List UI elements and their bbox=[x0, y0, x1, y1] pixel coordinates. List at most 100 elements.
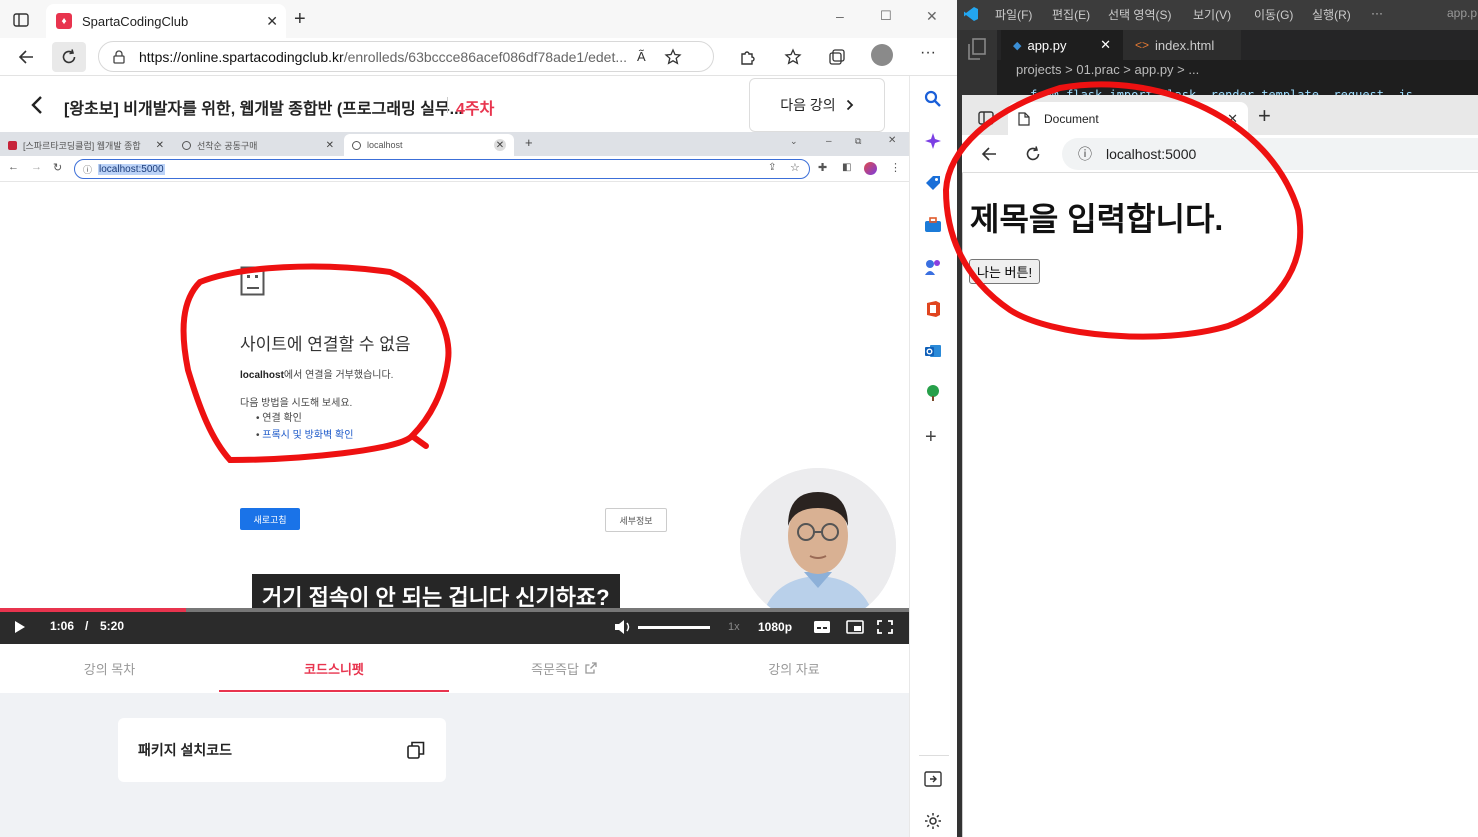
time-separator: / bbox=[85, 619, 89, 633]
close-editor-tab-icon[interactable]: ✕ bbox=[1100, 37, 1111, 53]
inner-tab-localhost: localhost ✕ bbox=[344, 134, 514, 156]
inner-tab-group-buy: 선착순 공동구매 ✕ bbox=[174, 134, 342, 156]
tab-actions-icon[interactable] bbox=[10, 10, 32, 30]
inner-restore-icon: ⧉ bbox=[855, 136, 862, 146]
inner-close-icon: ✕ bbox=[888, 135, 897, 146]
extensions-icon[interactable] bbox=[736, 46, 758, 68]
more-menu-icon[interactable]: ··· bbox=[920, 44, 936, 62]
tab-actions-icon[interactable] bbox=[978, 111, 994, 125]
profile-avatar-icon[interactable] bbox=[871, 44, 893, 66]
games-icon[interactable] bbox=[924, 258, 942, 276]
menu-edit[interactable]: 편집(E) bbox=[1052, 6, 1090, 23]
tab-lesson-materials[interactable]: 강의 자료 bbox=[679, 644, 909, 692]
nested-close-tab-icon[interactable]: ✕ bbox=[1227, 111, 1238, 127]
pip-icon[interactable] bbox=[846, 620, 864, 634]
tab-instant-qa[interactable]: 즉문즉답 bbox=[449, 644, 679, 692]
menu-file[interactable]: 파일(F) bbox=[995, 6, 1032, 23]
tab-code-snippets[interactable]: 코드스니펫 bbox=[219, 644, 449, 692]
error-title: 사이트에 연결할 수 없음 bbox=[240, 335, 411, 354]
minimize-button[interactable]: – bbox=[836, 8, 844, 24]
nested-url-text: localhost:5000 bbox=[1106, 146, 1197, 162]
course-back-icon[interactable] bbox=[26, 94, 48, 116]
edge-sidebar: + bbox=[909, 76, 957, 837]
favorites-icon[interactable] bbox=[782, 46, 804, 68]
details-button: 세부정보 bbox=[605, 508, 667, 532]
edge-tab-bar: ♦ SpartaCodingClub ✕ + – ☐ ✕ bbox=[0, 0, 957, 38]
volume-icon[interactable] bbox=[614, 619, 632, 635]
snippet-card[interactable]: 패키지 설치코드 bbox=[118, 718, 446, 782]
suggestion-item: • 프록시 및 방화벽 확인 bbox=[256, 430, 354, 441]
nested-tab-title: Document bbox=[1044, 111, 1099, 126]
back-icon[interactable] bbox=[14, 46, 38, 68]
video-quality[interactable]: 1080p bbox=[758, 620, 792, 634]
volume-slider[interactable] bbox=[638, 626, 710, 629]
course-title: [왕초보] 비개발자를 위한, 웹개발 종합반 (프로그래밍 실무... bbox=[64, 101, 463, 118]
maximize-button[interactable]: ☐ bbox=[880, 8, 892, 24]
menu-more[interactable]: ··· bbox=[1371, 6, 1383, 20]
tree-icon[interactable] bbox=[924, 384, 942, 402]
inner-profile-icon bbox=[864, 162, 877, 175]
menu-run[interactable]: 실행(R) bbox=[1312, 6, 1351, 23]
suggestion-item: • 연결 확인 bbox=[256, 413, 302, 424]
course-week: 4주차 bbox=[456, 101, 495, 118]
vscode-breadcrumb[interactable]: projects > 01.prac > app.py > ... bbox=[1016, 62, 1199, 77]
info-icon: ⓘ bbox=[83, 164, 93, 175]
new-tab-button[interactable]: + bbox=[294, 8, 306, 31]
copy-icon[interactable] bbox=[406, 740, 426, 760]
nested-tab-document[interactable]: Document ✕ bbox=[1008, 102, 1248, 135]
hide-sidebar-icon[interactable] bbox=[924, 771, 942, 787]
fullscreen-icon[interactable] bbox=[877, 620, 893, 634]
read-aloud-icon[interactable]: A᷉ bbox=[637, 49, 646, 64]
nested-refresh-icon[interactable] bbox=[1024, 145, 1042, 163]
copilot-sparkle-icon[interactable] bbox=[924, 132, 942, 150]
next-lesson-button[interactable]: 다음 강의 bbox=[749, 78, 885, 132]
menu-go[interactable]: 이동(G) bbox=[1254, 6, 1293, 23]
play-icon[interactable] bbox=[14, 620, 26, 634]
vscode-menu-bar: 파일(F) 편집(E) 선택 영역(S) 보기(V) 이동(G) 실행(R) ·… bbox=[957, 0, 1478, 30]
office-icon[interactable] bbox=[924, 300, 942, 318]
edge-tab-active[interactable]: ♦ SpartaCodingClub ✕ bbox=[46, 4, 286, 38]
next-lesson-label: 다음 강의 bbox=[780, 97, 836, 113]
edge-url-text: https://online.spartacodingclub.kr/enrol… bbox=[139, 48, 628, 65]
inner-reload-icon: ↻ bbox=[53, 162, 63, 174]
editor-tab-app-py[interactable]: ◆ app.py ✕ bbox=[1001, 30, 1123, 60]
outlook-icon[interactable] bbox=[924, 342, 942, 360]
collections-icon[interactable] bbox=[826, 46, 848, 68]
lecture-video[interactable]: [스파르타코딩클럽] 웹개발 종합 ✕ 선착순 공동구매 ✕ localhost ✕ … bbox=[0, 132, 909, 644]
tab-lesson-outline[interactable]: 강의 목차 bbox=[0, 644, 219, 692]
demo-button[interactable]: 나는 버튼! bbox=[969, 259, 1041, 284]
info-icon: ⓘ bbox=[1078, 146, 1092, 162]
playback-speed[interactable]: 1x bbox=[728, 621, 740, 633]
tools-briefcase-icon[interactable] bbox=[924, 216, 942, 234]
sparta-logo-icon: ♦ bbox=[56, 13, 72, 29]
explorer-icon[interactable] bbox=[967, 38, 987, 60]
inner-tab-sparta: [스파르타코딩클럽] 웹개발 종합 ✕ bbox=[0, 134, 172, 156]
edge-tab-title: SpartaCodingClub bbox=[82, 13, 189, 29]
nested-address-bar[interactable]: ⓘ localhost:5000 bbox=[1062, 138, 1478, 170]
add-favorite-icon[interactable] bbox=[664, 47, 682, 66]
menu-view[interactable]: 보기(V) bbox=[1193, 6, 1231, 23]
globe-icon bbox=[182, 140, 191, 150]
inner-address-bar: ⓘ localhost:5000 bbox=[74, 159, 810, 179]
edge-address-bar[interactable]: https://online.spartacodingclub.kr/enrol… bbox=[98, 41, 714, 72]
search-icon[interactable] bbox=[924, 90, 942, 108]
refresh-icon[interactable] bbox=[52, 42, 86, 72]
error-try-label: 다음 방법을 시도해 보세요. bbox=[240, 398, 353, 409]
editor-tab-index-html[interactable]: <> index.html bbox=[1123, 30, 1241, 60]
nested-new-tab-button[interactable]: + bbox=[1258, 103, 1271, 129]
chevron-right-icon bbox=[846, 99, 853, 111]
shopping-tag-icon[interactable] bbox=[924, 174, 942, 192]
html-file-icon: <> bbox=[1135, 38, 1150, 52]
close-window-button[interactable]: ✕ bbox=[926, 8, 938, 25]
inner-minimize-icon: – bbox=[826, 136, 832, 147]
add-sidebar-app-icon[interactable]: + bbox=[925, 426, 937, 449]
editor-tab-label: index.html bbox=[1155, 37, 1215, 53]
menu-selection[interactable]: 선택 영역(S) bbox=[1108, 6, 1172, 23]
close-tab-icon[interactable]: ✕ bbox=[266, 13, 278, 30]
presenter-webcam bbox=[740, 468, 896, 624]
nested-back-icon[interactable] bbox=[980, 146, 998, 162]
inner-menu-icon: ⋮ bbox=[890, 162, 901, 174]
settings-gear-icon[interactable] bbox=[924, 812, 942, 830]
captions-icon[interactable] bbox=[813, 620, 831, 634]
document-icon bbox=[1018, 111, 1030, 126]
